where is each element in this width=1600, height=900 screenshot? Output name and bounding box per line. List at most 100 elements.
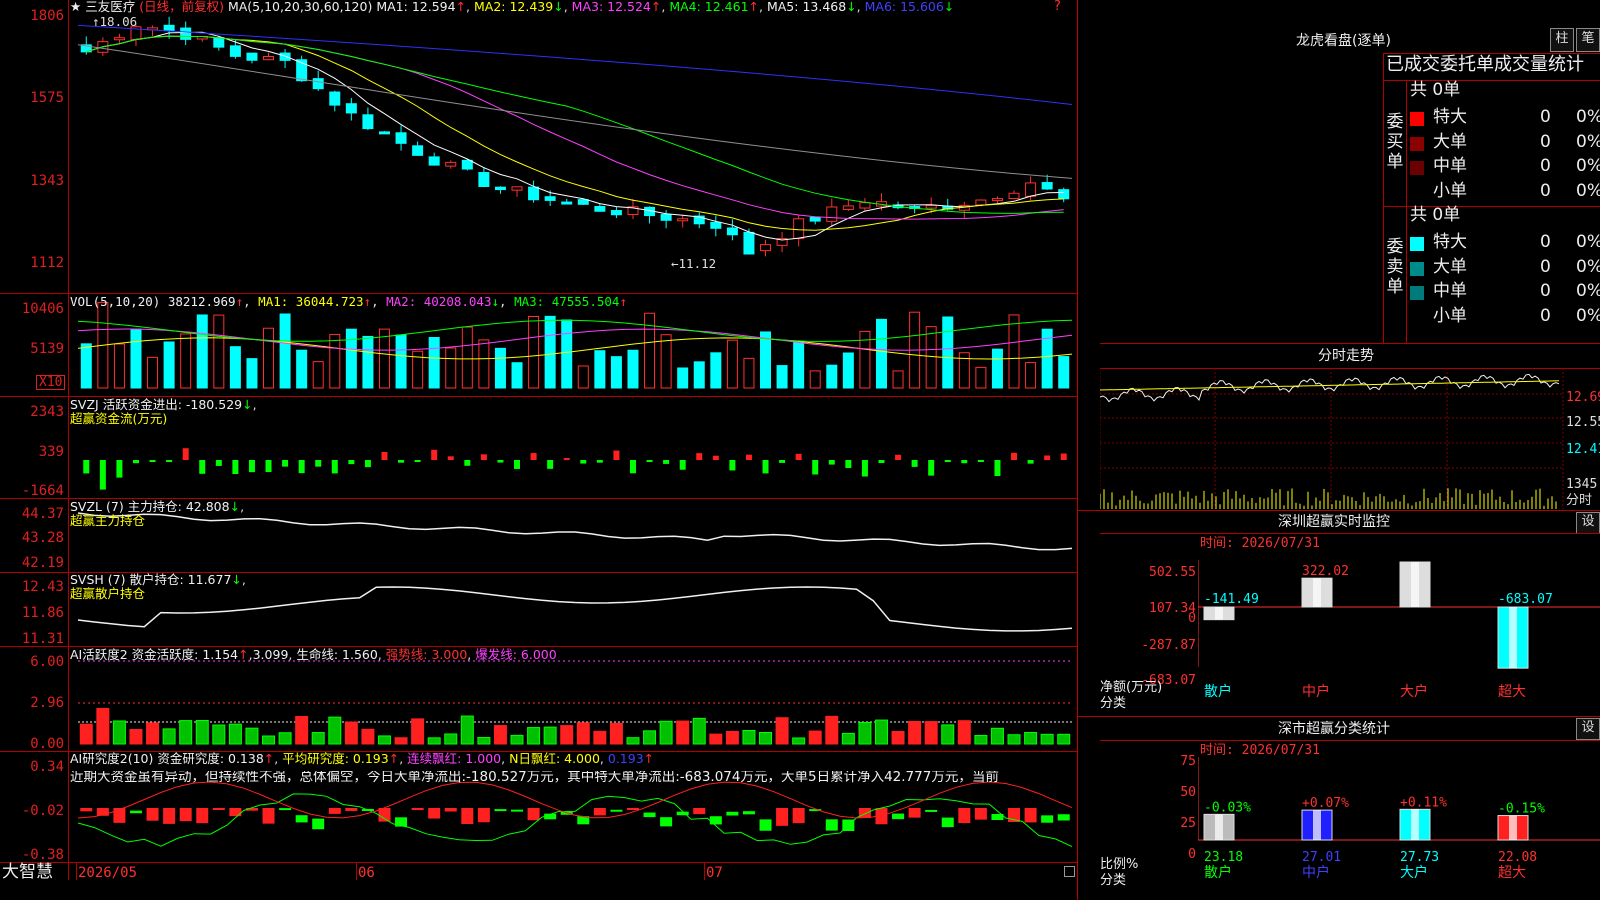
- ai2-bar: [693, 808, 706, 815]
- svzj-bar: [580, 460, 587, 464]
- volume-bar: [147, 356, 159, 389]
- ma1-value: MA1: 12.594: [376, 0, 456, 14]
- volume-bar: [229, 346, 241, 389]
- intraday-chart[interactable]: [1100, 368, 1564, 509]
- candle-body: [213, 37, 225, 48]
- candle-body: [279, 52, 291, 61]
- candle-body: [809, 216, 821, 222]
- tick-may: [76, 862, 77, 880]
- period-label: (日线，前复权): [139, 0, 224, 14]
- sell-orders-label: 委卖单: [1386, 237, 1404, 297]
- ai2-bar: [1041, 815, 1054, 823]
- sell-row-p: 0%: [1576, 256, 1600, 277]
- ai2-bar: [1024, 808, 1037, 823]
- category-label: 超大: [1498, 865, 1526, 881]
- svzj-bar: [613, 450, 620, 460]
- category-label: 大户: [1400, 864, 1428, 881]
- svzj-bar: [398, 460, 405, 463]
- svzl-tick-1: 44.37: [21, 506, 64, 522]
- ai2-bar: [312, 818, 325, 830]
- svzj-bar: [944, 460, 951, 462]
- fenshi-price-line: [1100, 373, 1560, 403]
- svzj-bar: [331, 460, 338, 474]
- date-tick-jul: 07: [706, 865, 723, 881]
- fenshi-tick-1: 12.69: [1566, 390, 1600, 405]
- candle-body: [760, 244, 772, 252]
- buy-row-p: 0%: [1576, 180, 1600, 201]
- main-divider: [1077, 0, 1078, 900]
- ai1-bars: [79, 707, 1071, 745]
- ai2-bar: [129, 810, 142, 814]
- candle-body: [577, 199, 589, 205]
- ai1-bar: [179, 720, 193, 745]
- ai1-bar: [361, 728, 375, 745]
- ai1-bar: [1057, 733, 1071, 745]
- volume-bar: [130, 328, 142, 389]
- vol-unit-badge[interactable]: X10: [36, 375, 66, 390]
- help-icon[interactable]: ?: [1054, 0, 1061, 13]
- lock-icon[interactable]: [1064, 866, 1075, 877]
- candle-body: [345, 103, 357, 114]
- ma-line: [86, 35, 1064, 231]
- volume-bar: [163, 341, 175, 389]
- ma2-value: MA2: 12.439: [474, 0, 554, 14]
- ai1-bar: [709, 733, 723, 745]
- tab-tick-view[interactable]: 笔: [1576, 28, 1600, 52]
- bar-value-label: 23.18: [1204, 850, 1243, 865]
- svzj-bar: [663, 460, 670, 464]
- ai1-bar: [775, 717, 789, 745]
- volume-bar: [461, 326, 473, 389]
- main-chart-canvas[interactable]: [0, 0, 1077, 880]
- ai1-bar: [593, 730, 607, 745]
- buy-row-name: 特大: [1433, 107, 1467, 127]
- ai2-bar: [726, 811, 739, 816]
- svzj-bar: [514, 460, 521, 469]
- vol-header: VOL(5,10,20) 38212.969↑, MA1: 36044.723↑…: [70, 294, 627, 309]
- cat-xlabel: 分类: [1100, 873, 1127, 888]
- star-icon[interactable]: ★: [70, 0, 81, 14]
- ai1-bar: [245, 727, 259, 745]
- svzj-bar: [248, 460, 255, 473]
- tab-bar-view[interactable]: 柱: [1550, 28, 1574, 52]
- svzj-bar: [646, 460, 653, 462]
- svzl-line: [77, 512, 1073, 551]
- ai1-bar: [162, 728, 176, 745]
- sz-tick-1: 502.55: [1149, 565, 1196, 580]
- category-bar-highlight: [1313, 578, 1321, 607]
- fenshi-tick-4: 1345: [1566, 477, 1598, 492]
- svzj-bar: [762, 460, 769, 474]
- svzj-bar: [447, 456, 454, 460]
- vol-params: VOL(5,10,20): [70, 294, 161, 309]
- ma5-line: [77, 44, 1073, 179]
- volume-bar: [113, 343, 125, 389]
- sell-row-n: 0: [1540, 281, 1551, 301]
- candle-body: [544, 196, 556, 201]
- ai2-bar: [660, 817, 673, 827]
- ai1-header: AI活跃度2 资金活跃度: 1.154↑,3.099, 生命线: 1.560, …: [70, 647, 557, 662]
- svzj-tick-1: 2343: [30, 404, 64, 420]
- sz-time: 时间: 2026/07/31: [1200, 536, 1320, 551]
- ai2-bar: [428, 808, 441, 819]
- volume-bar: [594, 350, 606, 389]
- candle-body: [991, 198, 1003, 202]
- buy-row-name: 大单: [1433, 131, 1467, 152]
- candle-body: [561, 201, 573, 205]
- category-settings-button[interactable]: 设: [1576, 718, 1600, 740]
- volume-bar: [726, 339, 738, 389]
- sz-settings-button[interactable]: 设: [1576, 512, 1600, 534]
- price-tick-2: 1575: [30, 90, 64, 106]
- bar-value-label: +0.11%: [1400, 795, 1447, 810]
- bar-value-label: 322.02: [1302, 564, 1349, 579]
- svzj-bar: [1044, 455, 1051, 460]
- svsh-header: SVSH (7) 散户持仓: 11.677↓,: [70, 572, 246, 587]
- buy-row-n: 0: [1540, 107, 1551, 127]
- svzj-bar: [977, 460, 984, 462]
- rp-sep-8: [1077, 716, 1600, 717]
- candle-body: [494, 186, 506, 191]
- category-bar-highlight: [1509, 815, 1517, 840]
- volume-bar: [312, 361, 324, 389]
- volume-bar: [445, 347, 457, 389]
- bar-value-label: +0.07%: [1302, 796, 1349, 811]
- svzj-bar: [712, 455, 719, 460]
- category-label: 中户: [1302, 683, 1330, 700]
